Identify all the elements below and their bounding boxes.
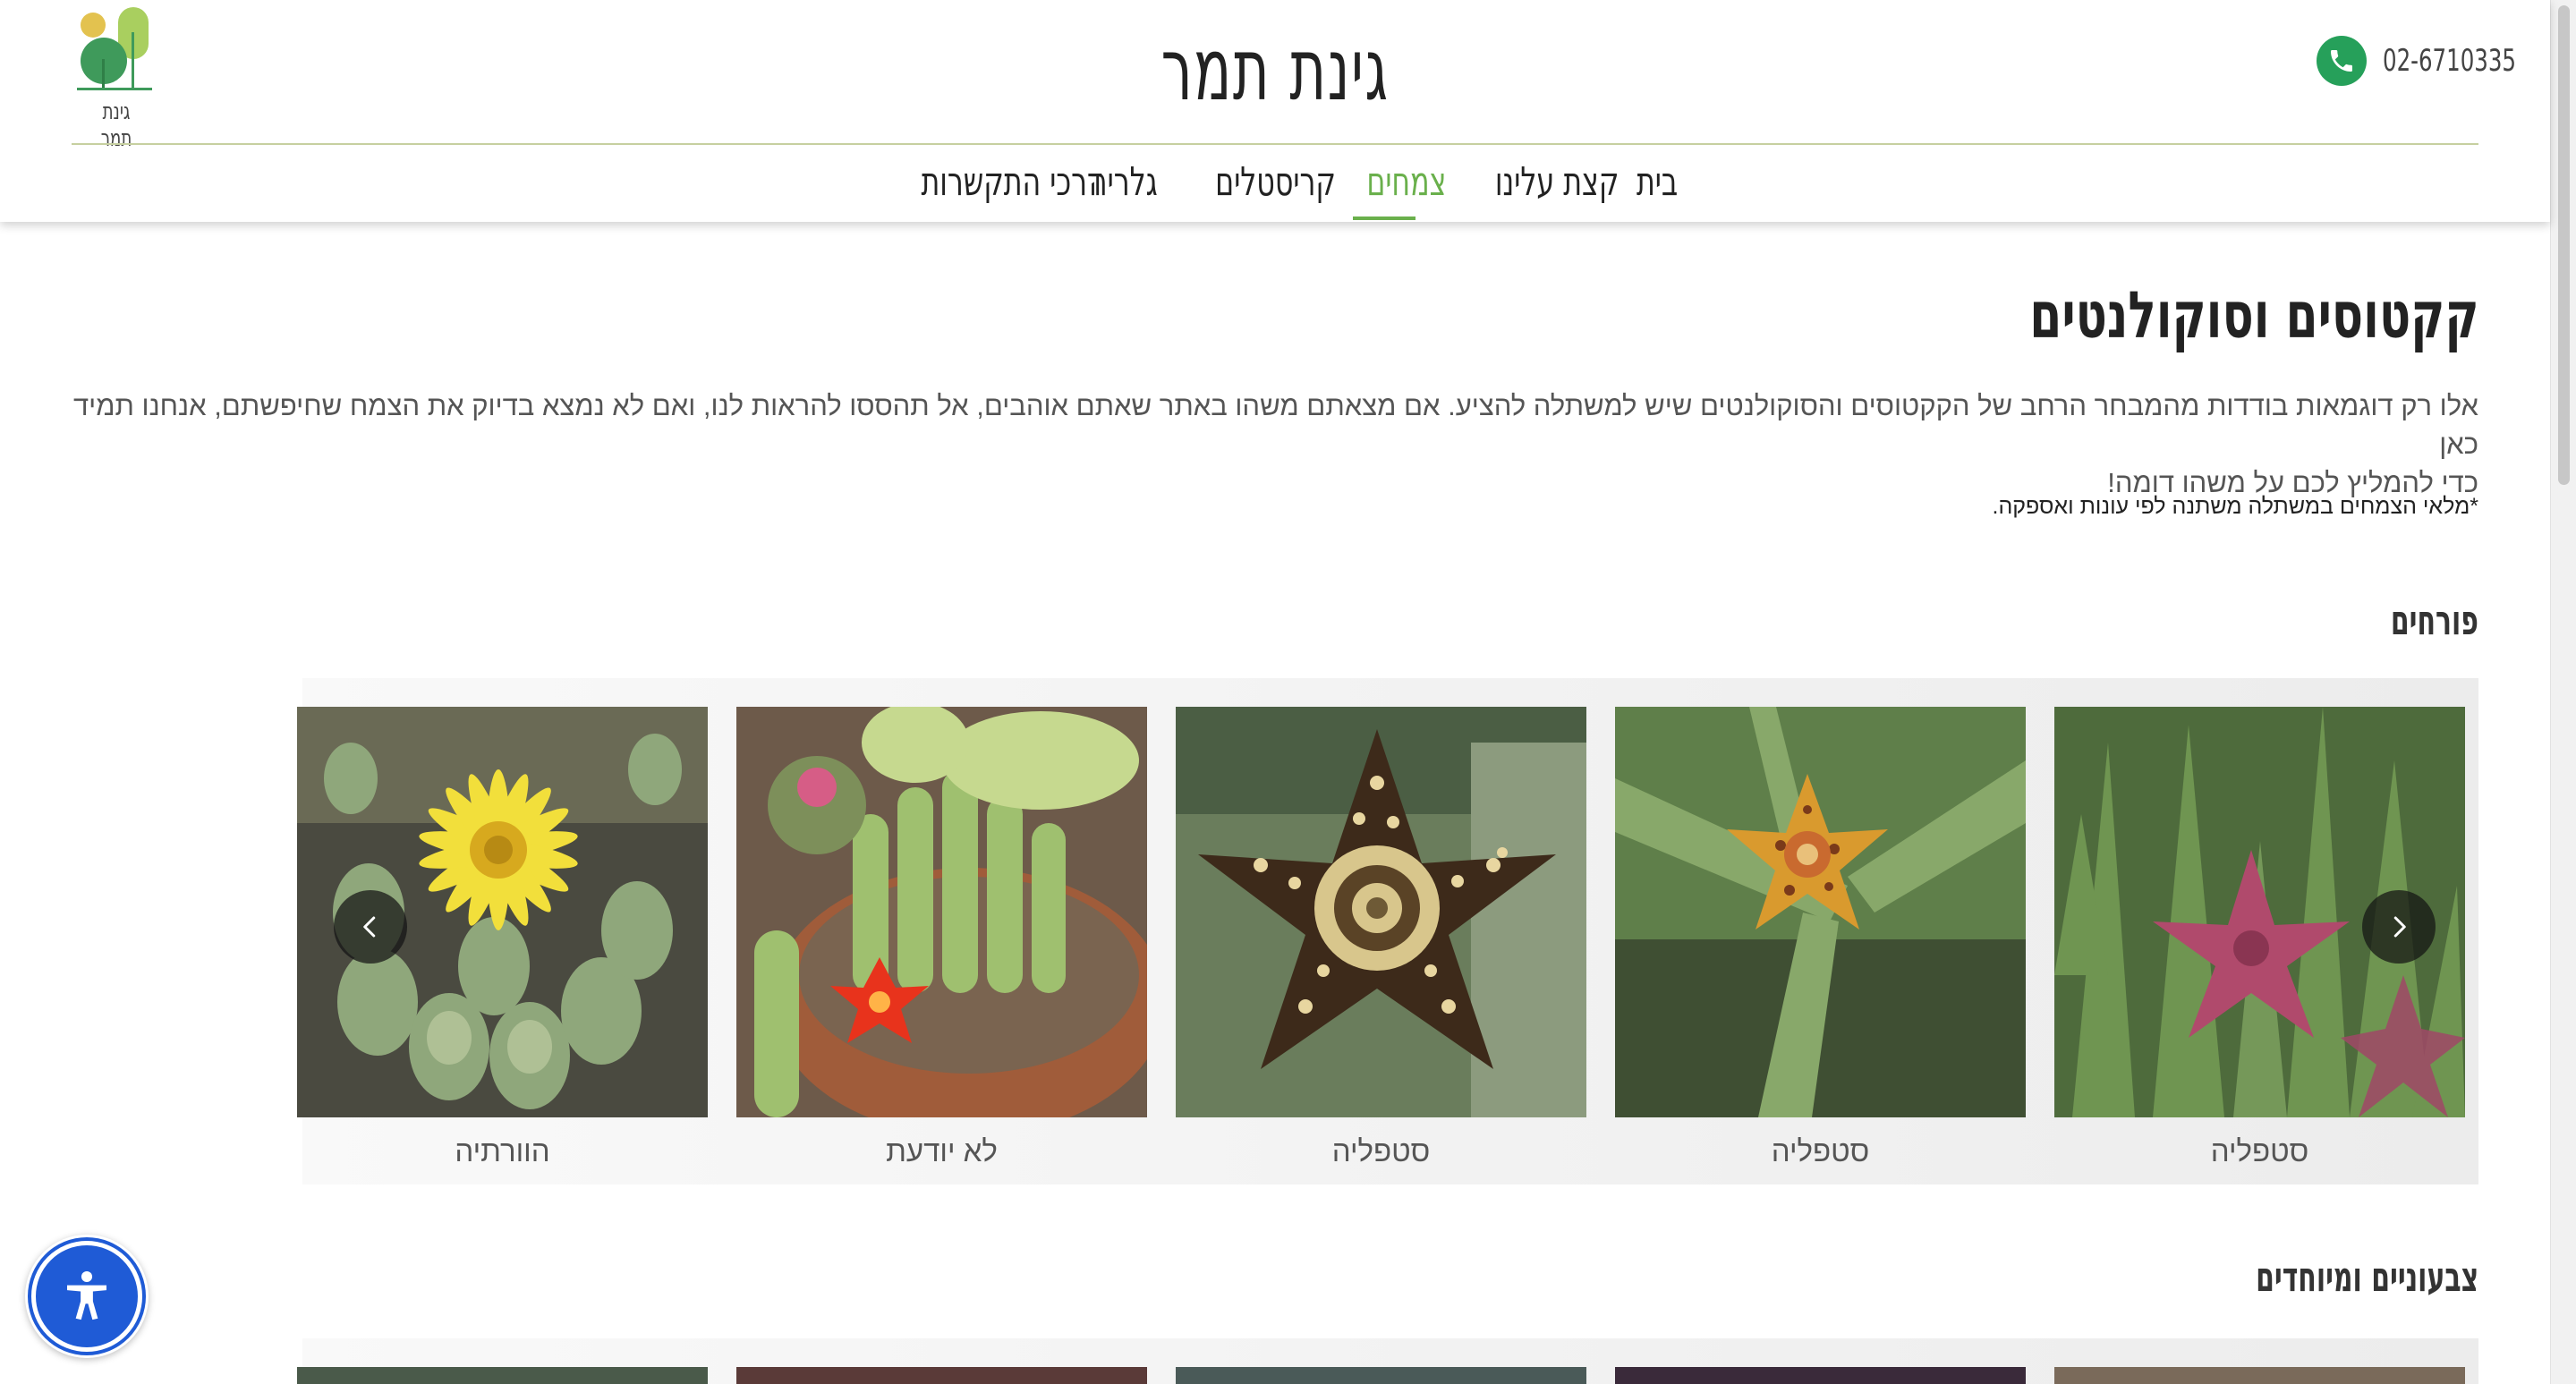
carousel-prev-button[interactable] <box>334 890 407 964</box>
header-divider <box>72 143 2478 145</box>
plant-card[interactable] <box>1615 1367 2026 1384</box>
chevron-right-icon <box>2393 916 2406 938</box>
intro-text: אלו רק דוגמאות בודדות מהמבחר הרחב של הקק… <box>45 386 2478 502</box>
site-title: גינת תמר <box>1160 20 1390 120</box>
plant-card[interactable]: לא יודעת <box>736 707 1147 1169</box>
main-nav: בית קצת עלינו צמחים קריסטלים גלריה דרכי … <box>859 150 1718 220</box>
accessibility-icon <box>67 1270 106 1320</box>
plant-photo-cactus-red-flower <box>736 707 1147 1117</box>
plant-photo-stapelia-spotted <box>1176 707 1586 1117</box>
nav-item-home[interactable]: בית <box>1637 156 1678 209</box>
section-title-flowering: פורחים <box>2390 596 2478 644</box>
plant-photo <box>2054 1367 2465 1384</box>
nav-item-plants[interactable]: צמחים <box>1366 156 1446 209</box>
plant-card[interactable] <box>736 1367 1147 1384</box>
plant-photo <box>1615 1367 2026 1384</box>
plant-name: סטפליה <box>2210 1134 2309 1167</box>
site-logo[interactable]: גינת תמר <box>73 5 159 152</box>
plant-photo-stapelia-orange <box>1615 707 2026 1117</box>
plant-photo <box>1176 1367 1586 1384</box>
phone-number[interactable]: 02-6710335 <box>2383 43 2516 79</box>
plant-card[interactable] <box>297 1367 708 1384</box>
plant-name: הוורתיה <box>455 1134 550 1167</box>
trees-logo-icon <box>77 7 152 90</box>
section-title-colorful: צבעוניים ומיוחדים <box>2255 1252 2478 1301</box>
plant-photo <box>297 1367 708 1384</box>
chevron-left-icon <box>363 916 376 938</box>
plant-photo <box>736 1367 1147 1384</box>
phone-contact[interactable]: 02-6710335 <box>2317 36 2568 86</box>
intro-line-1: אלו רק דוגמאות בודדות מהמבחר הרחב של הקק… <box>72 390 2478 460</box>
carousel-colorful <box>297 1338 2478 1384</box>
stock-note: *מלאי הצמחים במשתלה משתנה לפי עונות ואספ… <box>1992 494 2479 519</box>
plant-card[interactable] <box>1176 1367 1586 1384</box>
carousel-flowering: סטפליה סטפליה סטפליה לא יודעת הוורתיה <box>297 678 2478 1184</box>
plant-card[interactable] <box>2054 1367 2465 1384</box>
plant-card[interactable]: סטפליה <box>1176 707 1586 1169</box>
site-header: גינת תמר גינת תמר 02-6710335 בית קצת עלי… <box>0 0 2550 222</box>
nav-item-contact[interactable]: דרכי התקשרות <box>921 156 1102 209</box>
nav-item-crystals[interactable]: קריסטלים <box>1215 156 1336 209</box>
page-title: קקטוסים וסוקולנטים <box>2028 277 2478 352</box>
plant-card[interactable]: סטפליה <box>1615 707 2026 1169</box>
accessibility-icon-wrap <box>31 1241 142 1352</box>
page-scrollbar[interactable] <box>2550 0 2576 1384</box>
plant-name: סטפליה <box>1331 1134 1431 1167</box>
active-nav-indicator <box>1353 217 1416 220</box>
accessibility-button[interactable] <box>25 1235 149 1358</box>
plant-name: סטפליה <box>1771 1134 1870 1167</box>
plant-name: לא יודעת <box>886 1134 998 1167</box>
nav-item-about[interactable]: קצת עלינו <box>1495 156 1619 209</box>
phone-icon <box>2317 36 2367 86</box>
carousel-next-button[interactable] <box>2362 890 2436 964</box>
